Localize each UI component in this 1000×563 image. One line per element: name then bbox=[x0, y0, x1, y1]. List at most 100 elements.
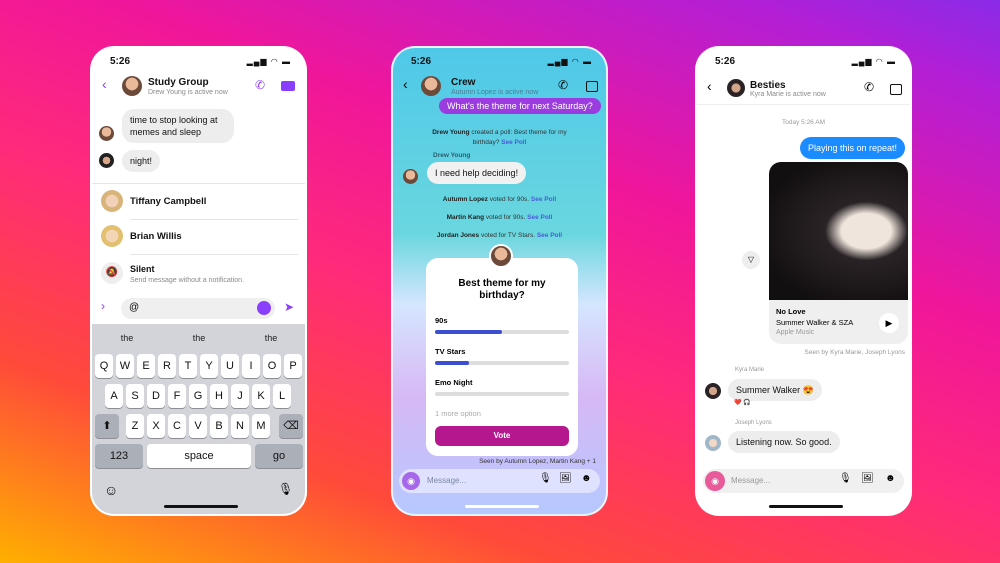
more-options[interactable]: 1 more option bbox=[435, 409, 481, 418]
chat-subtitle: Autumn Lopez is active now bbox=[451, 89, 539, 96]
key[interactable]: K bbox=[252, 384, 270, 408]
see-poll-link[interactable]: See Poll bbox=[501, 139, 526, 146]
key[interactable]: R bbox=[158, 354, 176, 378]
share-icon[interactable]: ▽ bbox=[742, 251, 760, 269]
message-input[interactable]: @ bbox=[121, 298, 275, 319]
back-icon[interactable]: ‹ bbox=[102, 76, 107, 92]
play-icon[interactable]: ▶ bbox=[879, 313, 899, 333]
numbers-key[interactable]: 123 bbox=[95, 444, 143, 468]
bell-off-icon: 🔕 bbox=[101, 262, 123, 284]
shift-key[interactable]: ⬆ bbox=[95, 414, 119, 438]
silent-option[interactable]: 🔕 Silent Send message without a notifica… bbox=[92, 256, 305, 290]
silent-description: Send message without a notification. bbox=[130, 277, 245, 284]
sender-name: Joseph Lyons bbox=[735, 420, 772, 426]
key[interactable]: I bbox=[242, 354, 260, 378]
camera-icon[interactable]: ◉ bbox=[705, 471, 725, 491]
phone-icon[interactable]: ✆ bbox=[255, 78, 265, 92]
key[interactable]: T bbox=[179, 354, 197, 378]
suggestion[interactable]: the bbox=[92, 328, 162, 348]
seen-receipt: Seen by Kyra Marie, Joseph Lyons bbox=[804, 349, 905, 356]
emoji-icon[interactable] bbox=[257, 301, 271, 315]
reactions[interactable]: ❤️ 🎧 bbox=[734, 399, 751, 406]
status-icons: ▂▄▆ ◠ ▬ bbox=[851, 57, 896, 66]
message-composer[interactable]: ◉ Message... 🎙 🖼 ☻ bbox=[703, 469, 904, 493]
home-indicator bbox=[465, 505, 539, 508]
send-icon[interactable]: ➤ bbox=[284, 300, 294, 314]
group-avatar bbox=[122, 76, 142, 96]
key[interactable]: S bbox=[126, 384, 144, 408]
poll-option-bar bbox=[435, 330, 569, 334]
group-avatar bbox=[727, 79, 745, 97]
emoji-keyboard-icon[interactable]: ☺ bbox=[104, 482, 118, 498]
poll-option-fill bbox=[435, 330, 502, 334]
message-placeholder: Message... bbox=[427, 476, 467, 485]
avatar bbox=[705, 435, 721, 451]
message-bubble: time to stop looking at memes and sleep bbox=[122, 109, 234, 143]
see-poll-link[interactable]: See Poll bbox=[537, 232, 562, 239]
music-share-card[interactable]: No Love Summer Walker & SZA Apple Music … bbox=[769, 162, 908, 344]
vote-notice: Jordan Jones voted for TV Stars. See Pol… bbox=[436, 232, 563, 239]
key[interactable]: E bbox=[137, 354, 155, 378]
gallery-icon[interactable]: 🖼 bbox=[861, 473, 874, 484]
key[interactable]: P bbox=[284, 354, 302, 378]
back-icon[interactable]: ‹ bbox=[707, 78, 712, 94]
see-poll-link[interactable]: See Poll bbox=[531, 196, 556, 203]
space-key[interactable]: space bbox=[147, 444, 251, 468]
gallery-icon[interactable]: 🖼 bbox=[559, 473, 572, 484]
poll-option-label[interactable]: TV Stars bbox=[435, 347, 465, 356]
key[interactable]: C bbox=[168, 414, 186, 438]
key[interactable]: D bbox=[147, 384, 165, 408]
video-icon[interactable] bbox=[281, 81, 295, 91]
phone-icon[interactable]: ✆ bbox=[558, 78, 568, 92]
video-icon[interactable] bbox=[586, 81, 598, 92]
key[interactable]: H bbox=[210, 384, 228, 408]
key[interactable]: J bbox=[231, 384, 249, 408]
microphone-icon[interactable]: 🎙 bbox=[539, 473, 552, 484]
key[interactable]: F bbox=[168, 384, 186, 408]
poll-created-notice: Drew Young created a poll: Best theme fo… bbox=[432, 129, 567, 146]
see-poll-link[interactable]: See Poll bbox=[527, 214, 552, 221]
mention-item[interactable]: Tiffany Campbell bbox=[92, 186, 305, 218]
poll-option-label[interactable]: 90s bbox=[435, 316, 448, 325]
poll-option-label[interactable]: Emo Night bbox=[435, 378, 473, 387]
back-icon[interactable]: ‹ bbox=[403, 76, 408, 92]
dictation-icon[interactable]: 🎙 bbox=[278, 482, 293, 496]
camera-icon[interactable]: ◉ bbox=[402, 472, 420, 490]
key[interactable]: G bbox=[189, 384, 207, 408]
key[interactable]: L bbox=[273, 384, 291, 408]
message-composer[interactable]: ◉ Message... 🎙 🖼 ☻ bbox=[399, 469, 600, 493]
key[interactable]: X bbox=[147, 414, 165, 438]
key[interactable]: U bbox=[221, 354, 239, 378]
key[interactable]: O bbox=[263, 354, 281, 378]
key[interactable]: Y bbox=[200, 354, 218, 378]
key[interactable]: Z bbox=[126, 414, 144, 438]
key[interactable]: N bbox=[231, 414, 249, 438]
sent-message: Playing this on repeat! bbox=[799, 137, 905, 159]
sticker-icon[interactable]: ☻ bbox=[581, 473, 592, 484]
microphone-icon[interactable]: 🎙 bbox=[839, 473, 852, 484]
vote-notice: Martin Kang voted for 90s. See Poll bbox=[446, 214, 553, 221]
key[interactable]: W bbox=[116, 354, 134, 378]
phone-icon[interactable]: ✆ bbox=[864, 80, 874, 94]
mention-item[interactable]: Brian Willis bbox=[92, 221, 305, 253]
group-avatar bbox=[421, 76, 441, 96]
delete-key[interactable]: ⌫ bbox=[279, 414, 303, 438]
chat-subtitle: Kyra Marie is active now bbox=[750, 91, 826, 98]
key[interactable]: A bbox=[105, 384, 123, 408]
suggestion[interactable]: the bbox=[236, 328, 305, 348]
key[interactable]: V bbox=[189, 414, 207, 438]
sent-message: What's the theme for next Saturday? bbox=[439, 98, 601, 114]
go-key[interactable]: go bbox=[255, 444, 303, 468]
key[interactable]: B bbox=[210, 414, 228, 438]
vote-button[interactable]: Vote bbox=[435, 426, 569, 446]
key[interactable]: Q bbox=[95, 354, 113, 378]
chat-subtitle: Drew Young is active now bbox=[148, 89, 228, 96]
key[interactable]: M bbox=[252, 414, 270, 438]
chat-title: Study Group bbox=[148, 77, 209, 88]
suggestion[interactable]: the bbox=[164, 328, 234, 348]
keyboard: the the the QWERTYUIOP ASDFGHJKL ZXCVBNM 1… bbox=[92, 324, 305, 514]
video-icon[interactable] bbox=[890, 84, 902, 95]
expand-icon[interactable]: › bbox=[101, 299, 105, 313]
message-placeholder: Message... bbox=[731, 476, 771, 485]
sticker-icon[interactable]: ☻ bbox=[885, 473, 896, 484]
